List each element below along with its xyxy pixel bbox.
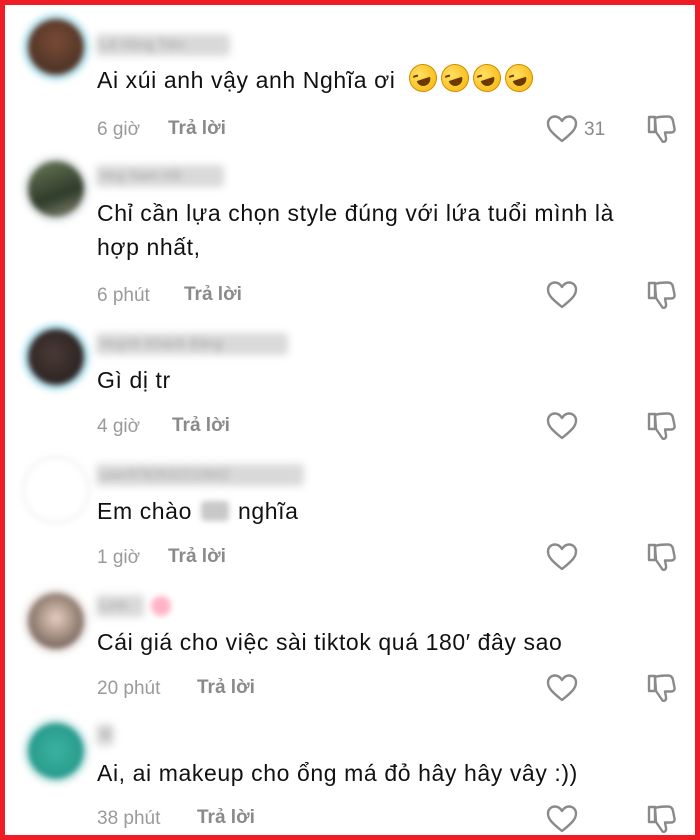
heart-icon[interactable] <box>546 542 578 572</box>
thumbs-down-icon[interactable] <box>645 113 677 145</box>
heart-badge-icon <box>151 596 171 616</box>
avatar[interactable] <box>22 717 90 785</box>
username-text: Linh <box>101 597 128 613</box>
reply-button[interactable]: Trả lời <box>168 546 226 568</box>
thumbs-down-icon[interactable] <box>645 541 677 573</box>
laughing-emoji-icon <box>468 60 505 96</box>
avatar[interactable] <box>22 587 90 655</box>
thumbs-down-icon[interactable] <box>645 279 677 311</box>
comment-time: 38 phút <box>97 808 161 829</box>
username-text: Huỳnh Khánh Băng <box>101 335 223 351</box>
reply-button[interactable]: Trả lời <box>168 118 226 140</box>
reply-button[interactable]: Trả lời <box>197 807 255 829</box>
avatar[interactable] <box>22 13 90 81</box>
reply-button[interactable]: Trả lời <box>197 677 255 699</box>
username-text: lil <box>101 726 111 742</box>
comment-text: Ai xúi anh vậy anh Nghĩa ơi <box>97 60 657 97</box>
laughing-emoji-icon <box>436 60 473 96</box>
laughing-emoji-icon <box>404 60 441 96</box>
heart-icon[interactable] <box>546 280 578 310</box>
comment-time: 1 giờ <box>97 547 141 568</box>
comment-text: Ai, ai makeup cho ổng má đỏ hây hây vây … <box>97 760 578 786</box>
heart-icon[interactable] <box>546 114 578 144</box>
like-count: 31 <box>584 119 606 140</box>
heart-icon[interactable] <box>546 673 578 703</box>
comment-time: 6 phút <box>97 285 150 306</box>
comment-text: Em chào nghĩa <box>97 498 299 524</box>
comment-time: 4 giờ <box>97 416 141 437</box>
thumbs-down-icon[interactable] <box>645 410 677 442</box>
thumbs-down-icon[interactable] <box>645 803 677 835</box>
reply-button[interactable]: Trả lời <box>172 415 230 437</box>
heart-icon[interactable] <box>546 804 578 834</box>
avatar[interactable] <box>22 456 90 524</box>
comment-time: 6 giờ <box>97 119 141 140</box>
thumbs-down-icon[interactable] <box>645 672 677 704</box>
avatar[interactable] <box>22 155 90 223</box>
username-text: Lê Hồng Tiên <box>101 36 185 52</box>
username-text: Huy Nam Hồ <box>101 167 182 183</box>
comment-text: Cái giá cho việc sài tiktok quá 180′ đây… <box>97 629 563 655</box>
comment-time: 20 phút <box>97 678 161 699</box>
reply-button[interactable]: Trả lời <box>184 284 242 306</box>
laughing-emoji-icon <box>500 60 537 96</box>
heart-icon[interactable] <box>546 411 578 441</box>
username-text: user9782632210842 <box>101 466 230 482</box>
comment-text: Gì dị tr <box>97 367 171 393</box>
comments-panel: Lê Hồng Tiên Ai xúi anh vậy anh Nghĩa ơi… <box>0 0 700 840</box>
avatar[interactable] <box>22 323 90 391</box>
redacted-word <box>200 501 229 521</box>
comment-text: Chỉ cần lựa chọn style đúng với lứa tuổi… <box>97 200 615 260</box>
